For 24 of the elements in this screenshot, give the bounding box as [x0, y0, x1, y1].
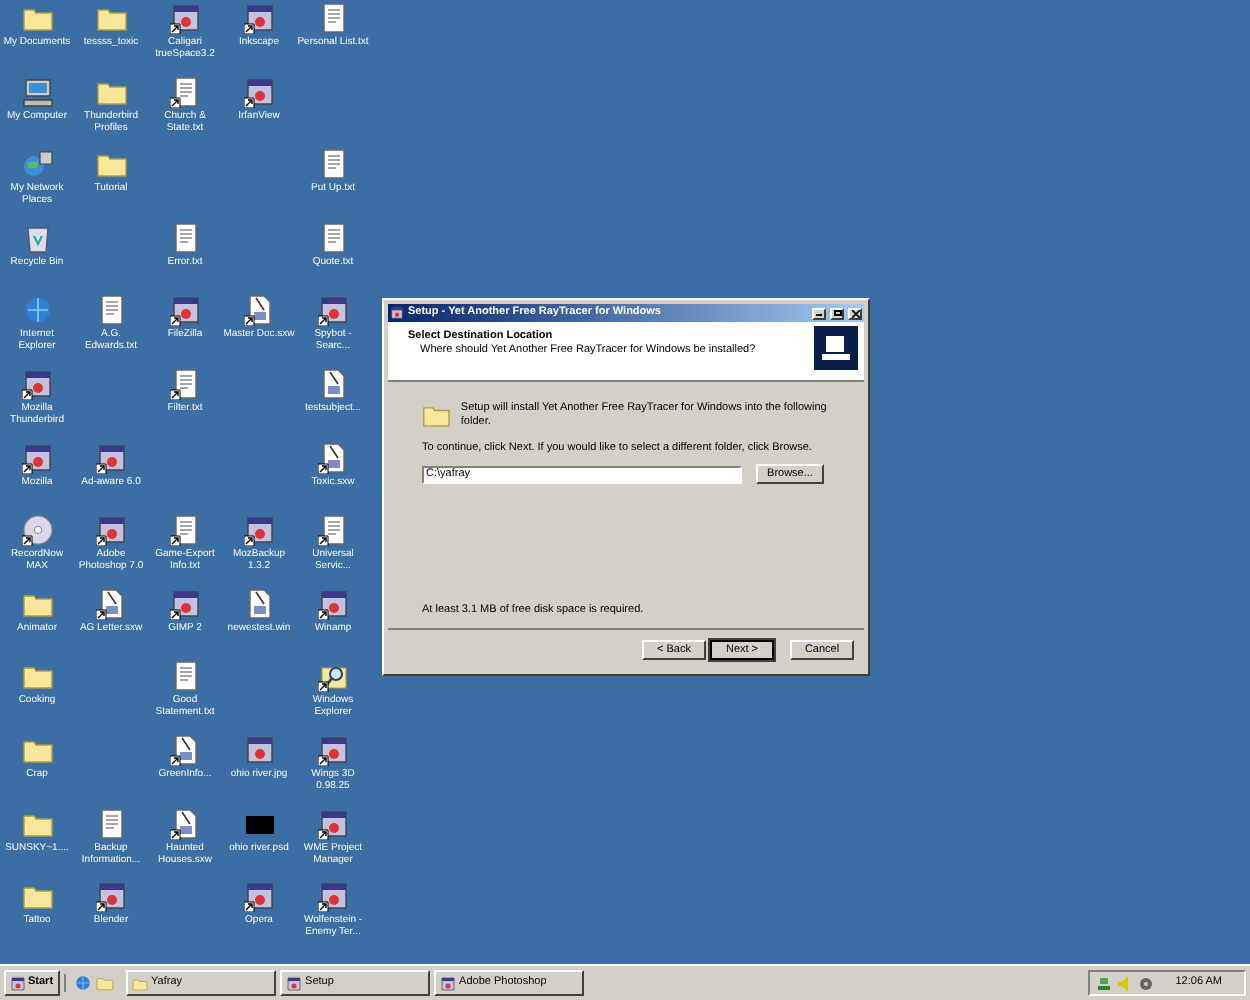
text-file-icon	[317, 221, 349, 254]
network-icon[interactable]	[1095, 975, 1112, 991]
quick-launch-button[interactable]	[73, 974, 92, 992]
network-icon	[21, 148, 53, 181]
program-icon	[10, 975, 26, 991]
program-icon	[243, 733, 275, 766]
program-icon	[390, 306, 404, 320]
maximize-button[interactable]	[830, 307, 844, 319]
text-file-icon	[317, 2, 349, 34]
text-file-icon	[95, 294, 127, 327]
text-file-icon	[169, 660, 201, 693]
close-button[interactable]	[848, 307, 862, 319]
recycle-bin-icon	[21, 221, 53, 254]
minimize-button[interactable]	[812, 307, 826, 319]
globe-icon	[73, 974, 92, 992]
computer-icon	[21, 75, 53, 108]
program-icon	[285, 975, 302, 991]
text-file-icon	[317, 148, 349, 181]
program-icon	[439, 975, 456, 991]
text-file-icon	[169, 221, 201, 254]
document-icon	[317, 367, 349, 400]
text-file-icon	[95, 807, 127, 840]
globe-icon	[21, 294, 53, 327]
document-icon	[243, 587, 275, 620]
